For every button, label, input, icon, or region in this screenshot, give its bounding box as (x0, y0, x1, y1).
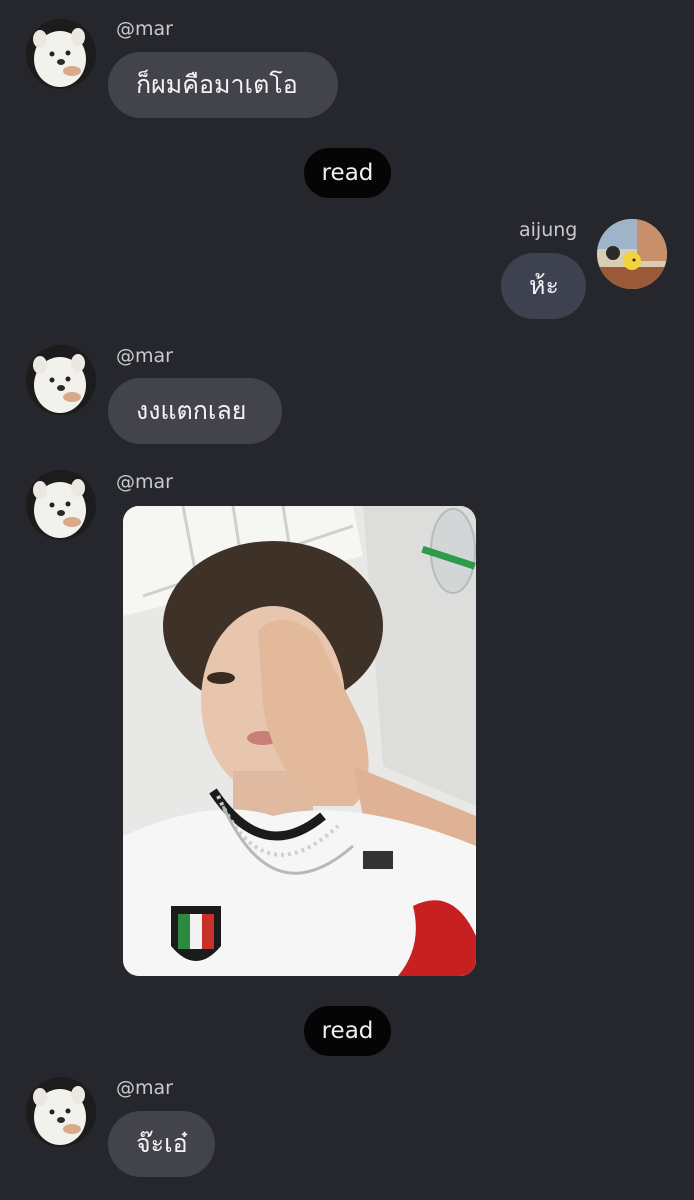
message-bubble[interactable]: จ๊ะเอ๋ (108, 1111, 215, 1177)
avatar-mar[interactable] (26, 19, 96, 89)
read-receipt: read (304, 148, 391, 198)
message-bubble[interactable]: ห้ะ (501, 253, 586, 319)
message-bubble[interactable]: งงแตกเลย (108, 378, 282, 444)
avatar-mar[interactable] (26, 1077, 96, 1147)
chat-thread: @mar ก็ผมคือมาเตโอ read aijung ห้ะ @mar (0, 0, 694, 1200)
sender-name: aijung (519, 219, 578, 241)
avatar-mar[interactable] (26, 345, 96, 415)
avatar-mar[interactable] (26, 470, 96, 540)
sender-name: @mar (116, 18, 173, 40)
selfie-photo[interactable] (123, 506, 476, 976)
message-bubble[interactable]: ก็ผมคือมาเตโอ (108, 52, 338, 118)
sender-name: @mar (116, 345, 173, 367)
avatar-aijung[interactable] (597, 219, 667, 289)
sender-name: @mar (116, 471, 173, 493)
sender-name: @mar (116, 1077, 173, 1099)
read-receipt: read (304, 1006, 391, 1056)
